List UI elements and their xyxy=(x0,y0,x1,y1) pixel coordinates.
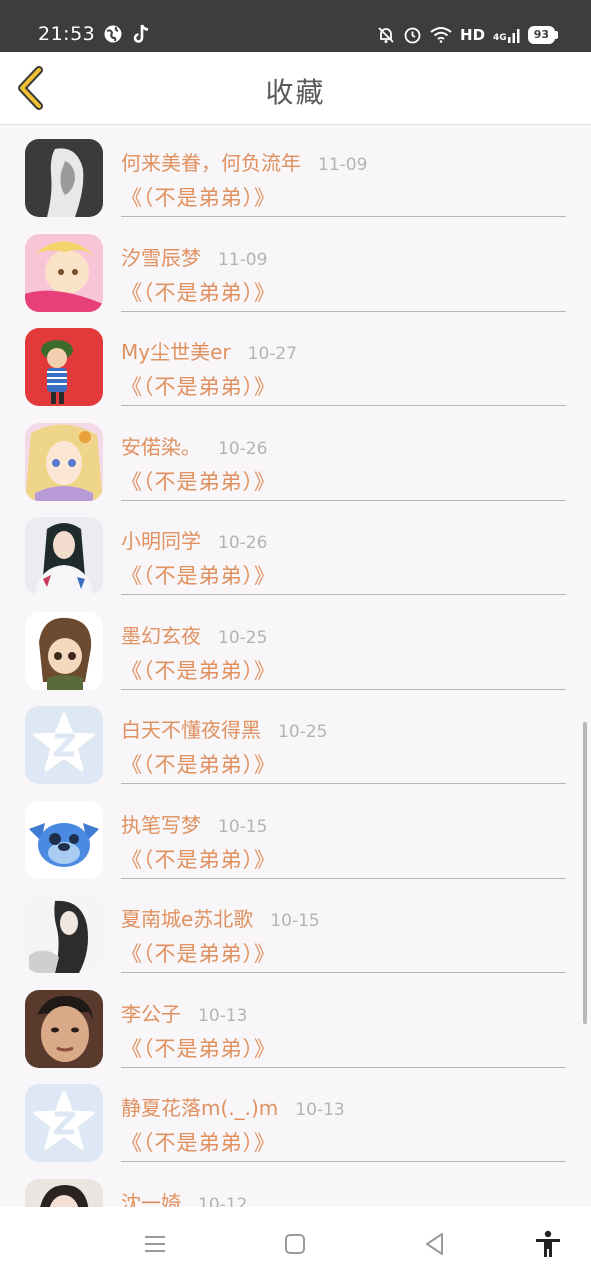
favorite-date: 10-25 xyxy=(278,722,328,742)
user-name[interactable]: 夏南城e苏北歌 xyxy=(121,903,253,932)
avatar[interactable] xyxy=(25,1178,103,1207)
page-title: 收藏 xyxy=(265,76,326,109)
signal-icon xyxy=(507,28,520,43)
favorite-date: 11-09 xyxy=(318,155,368,175)
favorite-date: 10-27 xyxy=(247,344,298,364)
favorite-date: 10-13 xyxy=(198,1005,248,1026)
avatar[interactable] xyxy=(25,422,103,501)
avatar[interactable] xyxy=(25,895,103,973)
user-name[interactable]: 安偌染。 xyxy=(121,431,201,460)
avatar[interactable] xyxy=(25,233,103,312)
battery-indicator: 93 xyxy=(527,25,559,44)
signal-label: 4G xyxy=(493,32,507,43)
avatar[interactable] xyxy=(25,517,103,595)
book-title[interactable]: 《（不是弟弟）》 xyxy=(121,938,276,968)
list-item[interactable]: 小明同学 10-26 《（不是弟弟）》 xyxy=(0,503,591,598)
list-item[interactable]: 静夏花落m(._.)m 10-13 《（不是弟弟）》 xyxy=(0,1070,591,1165)
accessibility-button[interactable] xyxy=(533,1229,563,1259)
favorites-list[interactable]: 何来美眷，何负流年 11-09 《（不是弟弟）》 汐雪辰梦 11-09 《（不是… xyxy=(0,125,591,1207)
divider xyxy=(121,972,566,973)
divider xyxy=(121,877,566,879)
list-item[interactable]: 沈一婍 10-12 xyxy=(0,1165,591,1208)
favorite-date: 10-13 xyxy=(295,1100,345,1120)
avatar[interactable] xyxy=(25,139,103,217)
tiktok-icon xyxy=(133,24,149,43)
book-title[interactable]: 《（不是弟弟）》 xyxy=(121,560,276,590)
browser-globe-icon xyxy=(104,25,122,43)
list-item[interactable]: 夏南城e苏北歌 10-15 《（不是弟弟）》 xyxy=(0,881,591,976)
favorite-date: 10-15 xyxy=(270,911,320,931)
favorite-date: 11-09 xyxy=(218,249,268,270)
avatar[interactable] xyxy=(25,706,103,784)
list-item[interactable]: 安偌染。 10-26 《（不是弟弟）》 xyxy=(0,409,591,504)
status-bar: 21:53 HD 4G 93 xyxy=(0,0,591,52)
accessibility-icon xyxy=(536,1230,560,1257)
list-item[interactable]: 白天不懂夜得黑 10-25 《（不是弟弟）》 xyxy=(0,692,591,787)
book-title[interactable]: 《（不是弟弟）》 xyxy=(121,466,276,496)
user-name[interactable]: My尘世美er xyxy=(121,336,231,365)
avatar[interactable] xyxy=(25,328,103,406)
user-name[interactable]: 墨幻玄夜 xyxy=(121,620,201,649)
divider xyxy=(121,499,566,501)
list-item[interactable]: 墨幻玄夜 10-25 《（不是弟弟）》 xyxy=(0,598,591,693)
book-title[interactable]: 《（不是弟弟）》 xyxy=(121,182,276,212)
favorite-date: 10-26 xyxy=(218,438,268,459)
list-item[interactable]: 何来美眷，何负流年 11-09 《（不是弟弟）》 xyxy=(0,125,591,220)
favorite-date: 10-12 xyxy=(198,1194,248,1208)
book-title[interactable]: 《（不是弟弟）》 xyxy=(121,277,276,307)
favorite-date: 10-15 xyxy=(218,816,268,837)
divider xyxy=(121,405,566,406)
book-title[interactable]: 《（不是弟弟）》 xyxy=(121,844,276,874)
divider xyxy=(121,1161,566,1162)
menu-icon xyxy=(145,1236,165,1252)
list-item[interactable]: 执笔写梦 10-15 《（不是弟弟）》 xyxy=(0,787,591,882)
list-item[interactable]: 李公子 10-13 《（不是弟弟）》 xyxy=(0,976,591,1071)
user-name[interactable]: 执笔写梦 xyxy=(121,809,201,838)
list-item[interactable]: 汐雪辰梦 11-09 《（不是弟弟）》 xyxy=(0,220,591,315)
user-name[interactable]: 白天不懂夜得黑 xyxy=(121,714,261,743)
divider xyxy=(121,1066,566,1068)
divider xyxy=(121,216,566,217)
wifi-icon xyxy=(430,27,452,43)
status-time: 21:53 xyxy=(38,23,96,45)
avatar[interactable] xyxy=(25,611,103,690)
user-name[interactable]: 汐雪辰梦 xyxy=(121,242,201,271)
system-back-button[interactable] xyxy=(420,1229,450,1259)
book-title[interactable]: 《（不是弟弟）》 xyxy=(121,371,276,401)
list-item[interactable]: My尘世美er 10-27 《（不是弟弟）》 xyxy=(0,314,591,409)
scrollbar[interactable] xyxy=(583,722,587,1024)
divider xyxy=(121,310,566,312)
home-square-icon xyxy=(285,1234,305,1254)
user-name[interactable]: 沈一婍 xyxy=(121,1187,181,1208)
alarm-icon xyxy=(404,27,421,44)
user-name[interactable]: 静夏花落m(._.)m xyxy=(121,1092,278,1121)
user-name[interactable]: 李公子 xyxy=(121,998,181,1027)
mute-bell-icon xyxy=(378,26,394,43)
network-hd-label: HD xyxy=(460,25,486,44)
menu-button[interactable] xyxy=(140,1229,170,1259)
divider xyxy=(121,688,566,690)
avatar[interactable] xyxy=(25,989,103,1068)
avatar[interactable] xyxy=(25,800,103,879)
book-title[interactable]: 《（不是弟弟）》 xyxy=(121,1033,276,1063)
user-name[interactable]: 何来美眷，何负流年 xyxy=(121,147,301,176)
home-button[interactable] xyxy=(280,1229,310,1259)
divider xyxy=(121,783,566,784)
book-title[interactable]: 《（不是弟弟）》 xyxy=(121,749,276,779)
back-triangle-icon xyxy=(426,1233,443,1255)
user-name[interactable]: 小明同学 xyxy=(121,525,201,554)
system-nav-bar xyxy=(0,1207,591,1280)
book-title[interactable]: 《（不是弟弟）》 xyxy=(121,1127,276,1157)
book-title[interactable]: 《（不是弟弟）》 xyxy=(121,655,276,685)
avatar[interactable] xyxy=(25,1084,103,1162)
favorite-date: 10-25 xyxy=(218,627,268,648)
favorite-date: 10-26 xyxy=(218,533,268,553)
divider xyxy=(121,594,566,595)
title-bar: 收藏 xyxy=(0,52,591,125)
